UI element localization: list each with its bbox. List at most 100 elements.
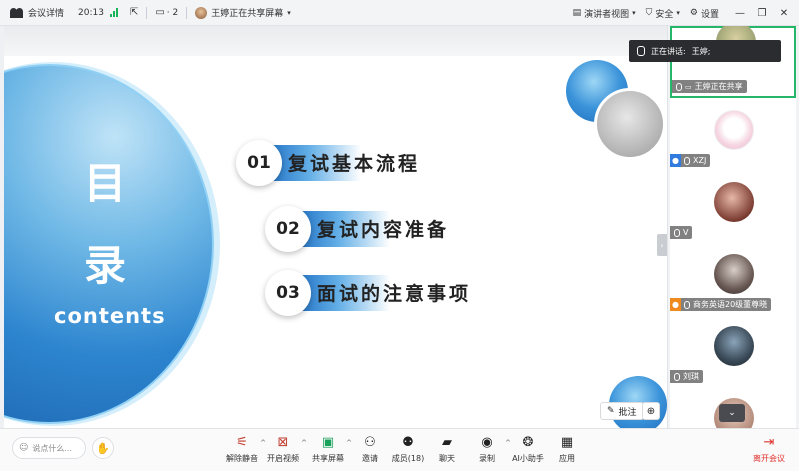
settings-button[interactable]: ⚙ 设置	[690, 7, 719, 20]
exit-icon: ⇥	[763, 435, 775, 450]
scroll-down-chevron-icon[interactable]: ⌄	[719, 404, 745, 422]
annotate-label: 批注	[618, 407, 637, 418]
share-screen-button[interactable]: ▣ ^ 共享屏幕	[308, 435, 352, 464]
sharer-avatar	[195, 6, 208, 19]
participant-name-tag: ▭ 王婷正在共享	[672, 80, 747, 93]
chat-label: 聊天	[439, 454, 455, 463]
ai-assistant-label: AI小助手	[512, 454, 544, 463]
participant-tile[interactable]: 刘琪	[670, 314, 796, 386]
shield-icon: ⛉	[645, 8, 653, 18]
ai-assistant-button[interactable]: ❂ AI小助手	[508, 435, 548, 464]
participant-name: 刘琪	[683, 372, 699, 381]
mic-icon	[676, 82, 682, 91]
screen-count: · 2	[166, 7, 179, 18]
meeting-details-button[interactable]: 会议详情	[28, 6, 64, 19]
user-icon: ●	[670, 298, 681, 311]
unmute-button[interactable]: ⚟ ^ 解除静音	[222, 435, 266, 464]
settings-label: 设置	[700, 9, 719, 20]
toc-item-number: 01	[236, 140, 282, 186]
network-signal-icon[interactable]	[109, 8, 118, 17]
start-video-label: 开启视频	[267, 454, 299, 463]
start-video-button[interactable]: ⊠ ^ 开启视频	[263, 435, 307, 464]
gear-icon: ⚙	[689, 8, 698, 18]
minimize-icon[interactable]: —	[729, 8, 751, 19]
leave-meeting-label: 离开会议	[753, 454, 785, 463]
speaking-label: 正在讲话:	[651, 46, 686, 56]
leave-meeting-button[interactable]: ⇥ 离开会议	[749, 435, 789, 464]
speaking-name: 王婷;	[691, 46, 711, 56]
slide-title-line2: 录	[84, 241, 127, 290]
screen-icon[interactable]: ▭	[155, 7, 164, 18]
layout-icon: ▤	[572, 8, 582, 18]
toc-item-number: 03	[265, 270, 311, 316]
share-screen-label: 共享屏幕	[312, 454, 344, 463]
record-icon: ◉	[481, 435, 493, 450]
chat-button[interactable]: ▰ 聊天	[427, 435, 467, 464]
avatar	[714, 182, 754, 222]
tencent-meeting-logo-icon	[10, 7, 24, 18]
camera-off-icon: ⊠	[277, 435, 289, 450]
close-icon[interactable]: ✕	[773, 8, 795, 19]
shared-screen: 目 录 contents 01 复试基本流程 02 复试内容准备 03 面试的注…	[4, 26, 667, 428]
mic-muted-icon	[674, 372, 680, 381]
annotate-button[interactable]: ✎ 批注	[600, 402, 644, 420]
security-button[interactable]: ⛉ 安全 ▾	[646, 7, 680, 20]
external-link-icon[interactable]: ⇱	[130, 7, 138, 18]
zoom-icon[interactable]: ⊕	[642, 402, 660, 420]
security-label: 安全	[655, 9, 674, 20]
avatar	[714, 254, 754, 294]
record-button[interactable]: ◉ ^ 录制	[467, 435, 511, 464]
participant-name-tag: V	[670, 226, 693, 239]
emoji-icon: ☺	[19, 443, 29, 453]
apps-icon: ▦	[560, 435, 574, 450]
chevron-up-icon[interactable]: ^	[301, 439, 307, 447]
participant-name: 商务英语20级董尊晓	[693, 300, 768, 309]
slide-title-line1: 目	[84, 159, 127, 208]
restore-icon[interactable]: ❐	[751, 8, 773, 19]
sharer-status-label: 王婷正在共享屏幕	[211, 9, 284, 19]
participant-tile[interactable]: V	[670, 170, 796, 242]
avatar	[714, 326, 754, 366]
toc-item-text: 面试的注意事项	[317, 283, 472, 305]
mic-muted-icon: ⚟	[236, 435, 248, 450]
mic-muted-icon	[684, 300, 690, 309]
members-icon: ⚉	[402, 435, 414, 450]
raise-hand-icon[interactable]: ✋	[92, 437, 114, 459]
chat-icon: ▰	[442, 435, 452, 450]
apps-label: 应用	[559, 454, 575, 463]
slide-subtitle: contents	[54, 304, 166, 328]
participant-tile[interactable]: ● 商务英语20级董尊晓	[670, 242, 796, 314]
participant-name: V	[683, 228, 689, 237]
share-screen-icon: ▣	[321, 435, 335, 450]
collapse-panel-chevron-icon[interactable]: ›	[657, 234, 667, 256]
ai-assistant-icon: ❂	[522, 435, 534, 450]
meeting-time: 20:13	[78, 7, 104, 18]
presenter-view-label: 演讲者视图	[584, 9, 630, 20]
toc-item-text: 复试基本流程	[288, 153, 421, 175]
participant-tile[interactable]: ▭ 王婷正在共享	[670, 26, 796, 98]
screen-share-icon: ▭	[685, 82, 692, 91]
pen-icon: ✎	[607, 406, 615, 416]
participant-name-tag: 刘琪	[670, 370, 703, 383]
quick-chat-placeholder: 说点什么...	[32, 443, 73, 453]
mic-icon	[637, 46, 645, 56]
add-user-icon: ⚇	[364, 435, 376, 450]
quick-chat-input[interactable]: ☺ 说点什么...	[12, 437, 86, 459]
chevron-down-icon: ▾	[632, 9, 636, 17]
apps-button[interactable]: ▦ 应用	[547, 435, 587, 464]
chevron-down-icon: ▾	[287, 8, 291, 17]
mic-muted-icon	[684, 156, 690, 165]
participant-tile[interactable]: ● XZJ	[670, 98, 796, 170]
avatar	[714, 110, 754, 150]
participant-panel: ▭ 王婷正在共享 ● XZJ V ● 商务英语20级董尊晓 刘琪	[667, 26, 799, 428]
invite-button[interactable]: ⚇ 邀请	[350, 435, 390, 464]
members-button[interactable]: ⚉ 成员(18)	[388, 435, 428, 464]
bottom-toolbar: ☺ 说点什么... ✋ ⚟ ^ 解除静音 ⊠ ^ 开启视频 ▣ ^ 共享屏幕 ⚇…	[0, 428, 799, 471]
invite-label: 邀请	[362, 454, 378, 463]
chevron-down-icon: ▾	[676, 9, 680, 17]
presenter-view-button[interactable]: ▤ 演讲者视图 ▾	[573, 7, 636, 20]
unmute-label: 解除静音	[226, 454, 258, 463]
sharer-status[interactable]: 王婷正在共享屏幕 ▾	[195, 6, 291, 19]
toc-item-text: 复试内容准备	[317, 219, 450, 241]
mic-muted-icon	[674, 228, 680, 237]
